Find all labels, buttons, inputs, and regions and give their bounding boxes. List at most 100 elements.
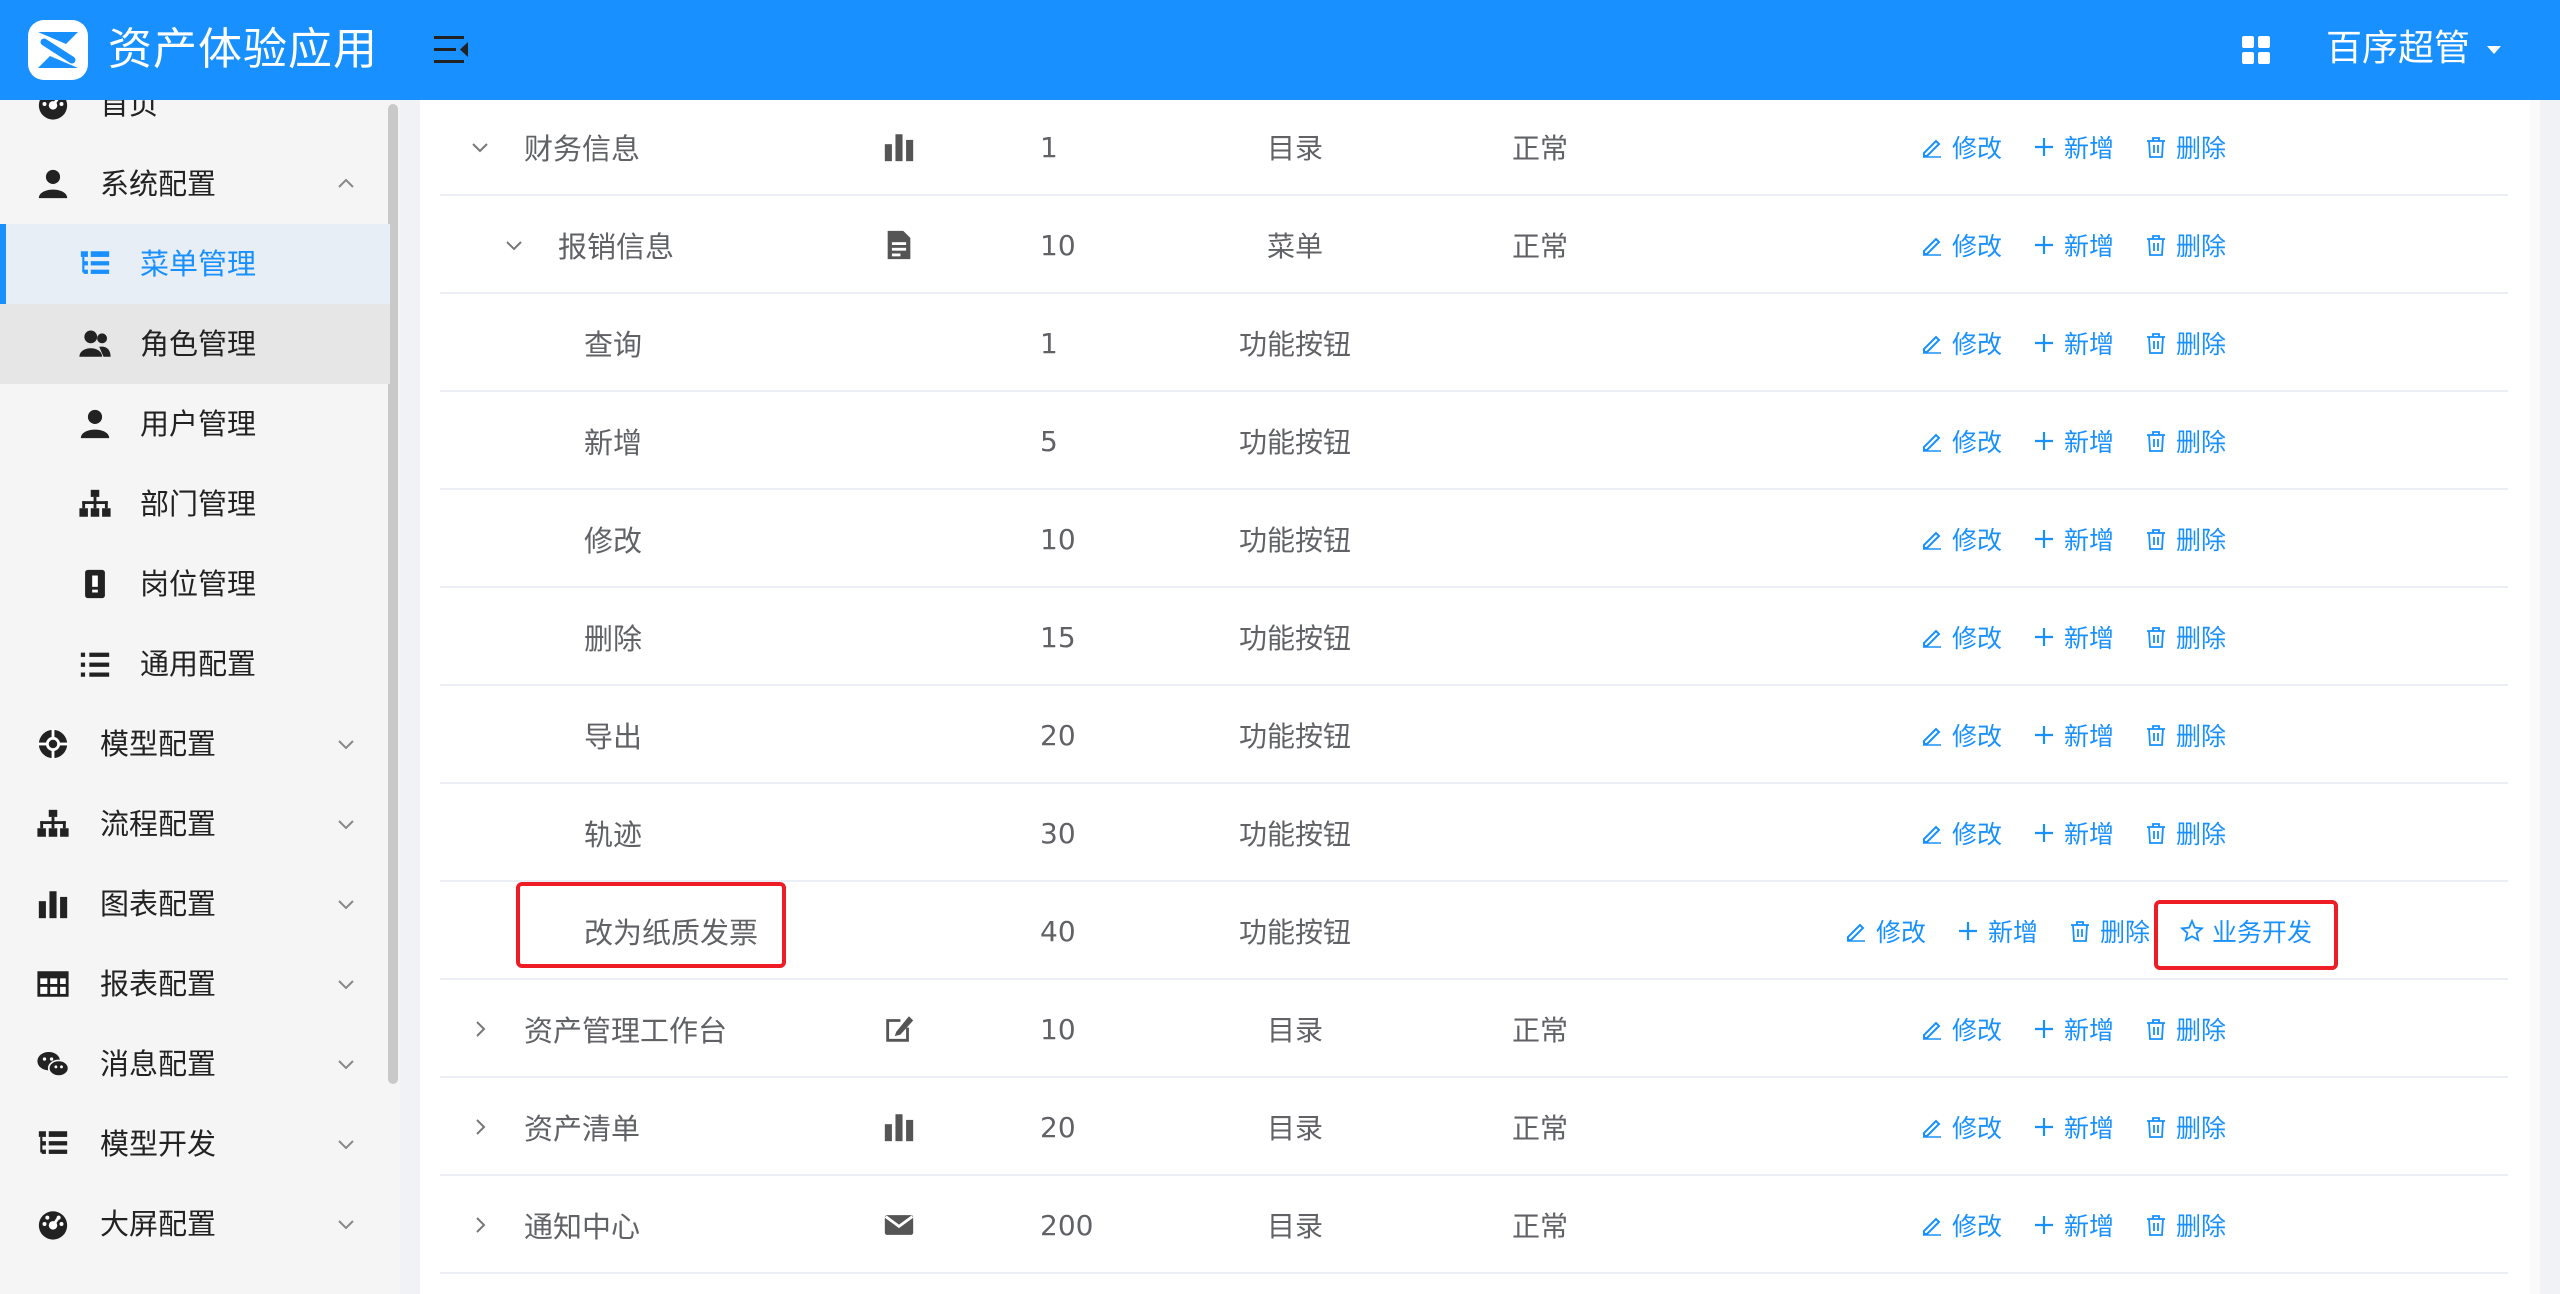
sidebar-item-label: 通用配置 (140, 647, 257, 681)
sidebar-item-label: 岗位管理 (140, 567, 257, 601)
delete-button-label: 删除 (2176, 1114, 2227, 1143)
table-row: 资产清单 20 目录 正常 修改 新增 删除 (440, 1078, 2508, 1176)
delete-button[interactable]: 删除 (2144, 129, 2226, 165)
table-row: 修改 10 功能按钮 修改 新增 删除 (440, 490, 2508, 588)
edit-button-label: 修改 (1952, 428, 2003, 457)
delete-button[interactable]: 删除 (2144, 1109, 2226, 1145)
add-button-label: 新增 (2064, 330, 2115, 359)
sidebar-item-9[interactable]: 模型配置 (0, 704, 390, 784)
trash-icon (2144, 625, 2176, 649)
add-button[interactable]: 新增 (2032, 227, 2114, 263)
add-button[interactable]: 新增 (2032, 1011, 2114, 1047)
sidebar-item-4[interactable]: 角色管理 (0, 304, 390, 384)
delete-button[interactable]: 删除 (2144, 717, 2226, 753)
delete-button-label: 删除 (2176, 1016, 2227, 1045)
sidebar-item-3[interactable]: 菜单管理 (0, 224, 390, 304)
table-row: 删除 15 功能按钮 修改 新增 删除 (440, 588, 2508, 686)
sidebar-item-13[interactable]: 消息配置 (0, 1024, 390, 1104)
sidebar-item-5[interactable]: 用户管理 (0, 384, 390, 464)
add-button[interactable]: 新增 (2032, 325, 2114, 361)
edit-button[interactable]: 修改 (1920, 521, 2002, 557)
sidebar-item-label: 报表配置 (100, 967, 217, 1001)
chevron-right-icon[interactable] (468, 1115, 492, 1139)
add-button[interactable]: 新增 (2032, 1109, 2114, 1145)
sidebar-item-15[interactable]: 大屏配置 (0, 1184, 390, 1264)
menu-name: 通知中心 (524, 1210, 641, 1244)
add-button[interactable]: 新增 (2032, 129, 2114, 165)
delete-button[interactable]: 删除 (2144, 815, 2226, 851)
edit-button[interactable]: 修改 (1920, 1109, 2002, 1145)
delete-button[interactable]: 删除 (2144, 423, 2226, 459)
sidebar-item-10[interactable]: 流程配置 (0, 784, 390, 864)
chevron-up-icon (334, 172, 358, 196)
edit-button[interactable]: 修改 (1920, 1011, 2002, 1047)
order-num: 200 (1040, 1208, 1094, 1242)
sidebar-item-12[interactable]: 报表配置 (0, 944, 390, 1024)
delete-button[interactable]: 删除 (2144, 1011, 2226, 1047)
delete-button[interactable]: 删除 (2144, 619, 2226, 655)
add-button-label: 新增 (2064, 624, 2115, 653)
edit-button[interactable]: 修改 (1920, 717, 2002, 753)
sidebar-item-label: 大屏配置 (100, 1207, 217, 1241)
sidebar-item-8[interactable]: 通用配置 (0, 624, 390, 704)
edit-button[interactable]: 修改 (1920, 325, 2002, 361)
add-button[interactable]: 新增 (2032, 619, 2114, 655)
chevron-right-icon[interactable] (468, 1017, 492, 1041)
user-menu[interactable]: 百序超管 (2326, 24, 2470, 74)
delete-button[interactable]: 删除 (2144, 521, 2226, 557)
tree-table-icon (78, 247, 112, 281)
caret-down-icon[interactable] (2484, 40, 2504, 60)
delete-button[interactable]: 删除 (2144, 1207, 2226, 1243)
sidebar-item-label: 模型配置 (100, 727, 217, 761)
sidebar-item-label: 首页 (100, 100, 159, 121)
row-actions: 修改 新增 删除 (1920, 980, 2256, 1078)
biz-dev-button[interactable]: 业务开发 (2180, 913, 2312, 949)
plus-icon (2032, 1017, 2064, 1041)
edit-button[interactable]: 修改 (1844, 913, 1926, 949)
sidebar-item-2[interactable]: 系统配置 (0, 144, 390, 224)
chevron-down-icon[interactable] (502, 233, 526, 257)
sidebar-item-7[interactable]: 岗位管理 (0, 544, 390, 624)
menu-type: 目录 (1266, 1112, 1323, 1145)
email-icon (882, 1208, 916, 1242)
table-row: 通知中心 200 目录 正常 修改 新增 删除 (440, 1176, 2508, 1274)
trash-icon (2144, 1213, 2176, 1237)
order-num: 5 (1040, 424, 1058, 458)
edit-button[interactable]: 修改 (1920, 129, 2002, 165)
sidebar-collapse-icon[interactable] (432, 32, 472, 68)
edit-button[interactable]: 修改 (1920, 227, 2002, 263)
org-tree-icon (78, 487, 112, 521)
status-text: 正常 (1512, 1210, 1569, 1243)
add-button[interactable]: 新增 (2032, 815, 2114, 851)
edit-icon (1920, 821, 1952, 845)
sidebar-item-label: 图表配置 (100, 887, 217, 921)
delete-button-label: 删除 (2100, 918, 2151, 947)
add-button[interactable]: 新增 (2032, 717, 2114, 753)
menu-name: 删除 (584, 622, 643, 656)
chevron-right-icon[interactable] (468, 1213, 492, 1237)
menu-type: 功能按钮 (1238, 328, 1351, 361)
table-icon (36, 967, 70, 1001)
sidebar-item-14[interactable]: 模型开发 (0, 1104, 390, 1184)
add-button[interactable]: 新增 (2032, 423, 2114, 459)
apps-grid-icon[interactable] (2240, 34, 2272, 66)
biz-dev-button-label: 业务开发 (2212, 918, 2313, 947)
delete-button[interactable]: 删除 (2068, 913, 2150, 949)
add-button[interactable]: 新增 (2032, 1207, 2114, 1243)
edit-button[interactable]: 修改 (1920, 1207, 2002, 1243)
chevron-down-icon (334, 732, 358, 756)
row-actions: 修改 新增 删除 (1920, 1176, 2256, 1274)
table-scrollbar[interactable] (2530, 100, 2540, 1294)
sidebar-item-11[interactable]: 图表配置 (0, 864, 390, 944)
delete-button[interactable]: 删除 (2144, 325, 2226, 361)
chevron-down-icon[interactable] (468, 135, 492, 159)
edit-button[interactable]: 修改 (1920, 619, 2002, 655)
edit-button[interactable]: 修改 (1920, 423, 2002, 459)
add-button[interactable]: 新增 (1956, 913, 2038, 949)
delete-button[interactable]: 删除 (2144, 227, 2226, 263)
add-button[interactable]: 新增 (2032, 521, 2114, 557)
sidebar-item-6[interactable]: 部门管理 (0, 464, 390, 544)
sidebar-item-1[interactable]: 首页 (0, 100, 390, 144)
edit-button[interactable]: 修改 (1920, 815, 2002, 851)
row-actions: 修改 新增 删除 (1920, 392, 2256, 490)
